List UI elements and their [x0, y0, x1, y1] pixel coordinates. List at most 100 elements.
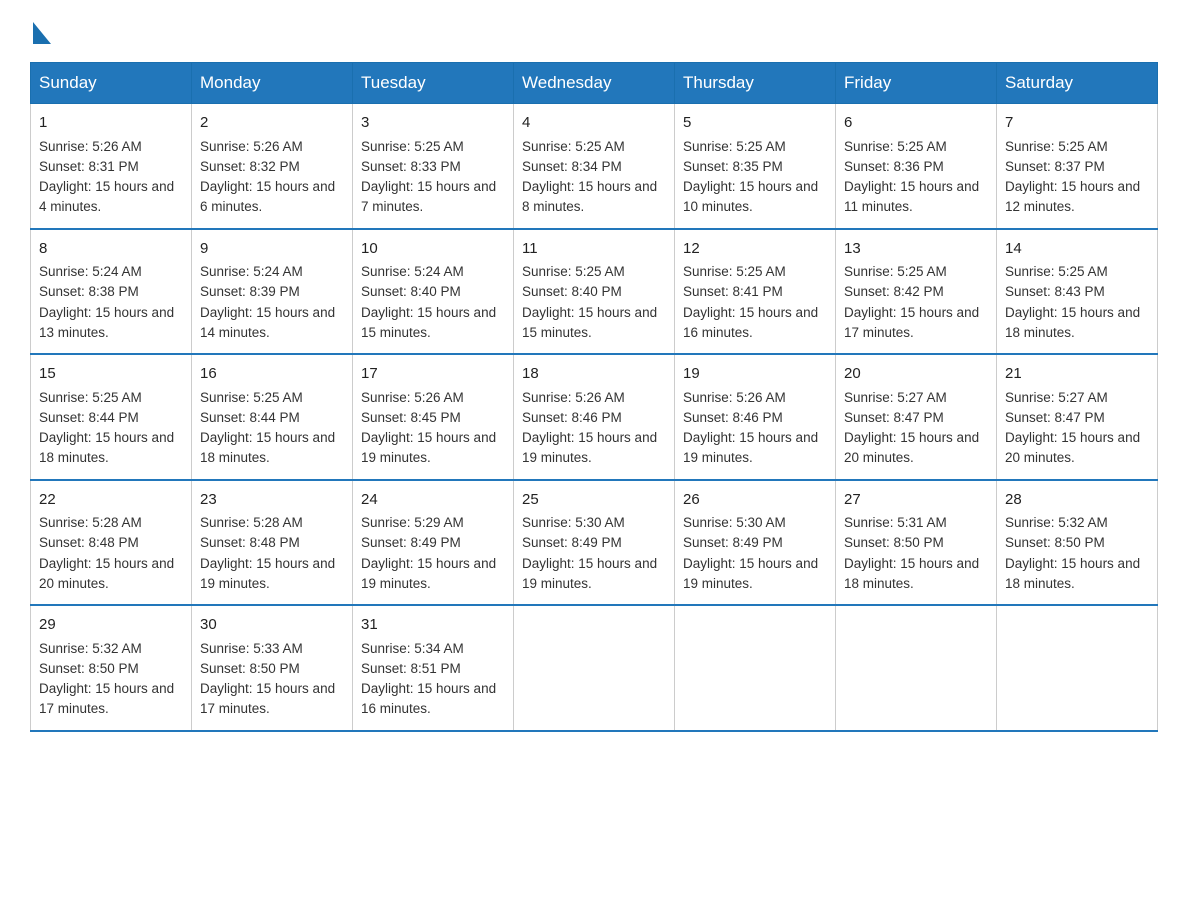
- day-number: 8: [39, 238, 183, 261]
- day-info: Sunrise: 5:31 AMSunset: 8:50 PMDaylight:…: [844, 515, 979, 591]
- day-number: 26: [683, 489, 827, 512]
- day-info: Sunrise: 5:26 AMSunset: 8:46 PMDaylight:…: [683, 390, 818, 466]
- calendar-cell: 27 Sunrise: 5:31 AMSunset: 8:50 PMDaylig…: [836, 480, 997, 606]
- day-info: Sunrise: 5:27 AMSunset: 8:47 PMDaylight:…: [844, 390, 979, 466]
- calendar-cell: [836, 605, 997, 731]
- calendar-week-row: 29 Sunrise: 5:32 AMSunset: 8:50 PMDaylig…: [31, 605, 1158, 731]
- calendar-cell: 10 Sunrise: 5:24 AMSunset: 8:40 PMDaylig…: [353, 229, 514, 355]
- day-number: 10: [361, 238, 505, 261]
- calendar-body: 1 Sunrise: 5:26 AMSunset: 8:31 PMDayligh…: [31, 104, 1158, 731]
- day-info: Sunrise: 5:29 AMSunset: 8:49 PMDaylight:…: [361, 515, 496, 591]
- day-number: 3: [361, 112, 505, 135]
- day-info: Sunrise: 5:24 AMSunset: 8:39 PMDaylight:…: [200, 264, 335, 340]
- calendar-cell: 3 Sunrise: 5:25 AMSunset: 8:33 PMDayligh…: [353, 104, 514, 229]
- day-info: Sunrise: 5:33 AMSunset: 8:50 PMDaylight:…: [200, 641, 335, 717]
- day-info: Sunrise: 5:26 AMSunset: 8:31 PMDaylight:…: [39, 139, 174, 215]
- calendar-cell: 6 Sunrise: 5:25 AMSunset: 8:36 PMDayligh…: [836, 104, 997, 229]
- day-number: 6: [844, 112, 988, 135]
- day-number: 1: [39, 112, 183, 135]
- calendar-cell: 29 Sunrise: 5:32 AMSunset: 8:50 PMDaylig…: [31, 605, 192, 731]
- calendar-cell: 1 Sunrise: 5:26 AMSunset: 8:31 PMDayligh…: [31, 104, 192, 229]
- day-info: Sunrise: 5:25 AMSunset: 8:43 PMDaylight:…: [1005, 264, 1140, 340]
- logo-line1: [30, 20, 51, 44]
- day-number: 20: [844, 363, 988, 386]
- col-tuesday: Tuesday: [353, 63, 514, 104]
- calendar-cell: 7 Sunrise: 5:25 AMSunset: 8:37 PMDayligh…: [997, 104, 1158, 229]
- day-info: Sunrise: 5:25 AMSunset: 8:37 PMDaylight:…: [1005, 139, 1140, 215]
- header-row: Sunday Monday Tuesday Wednesday Thursday…: [31, 63, 1158, 104]
- calendar-cell: 19 Sunrise: 5:26 AMSunset: 8:46 PMDaylig…: [675, 354, 836, 480]
- day-number: 5: [683, 112, 827, 135]
- col-friday: Friday: [836, 63, 997, 104]
- calendar-week-row: 1 Sunrise: 5:26 AMSunset: 8:31 PMDayligh…: [31, 104, 1158, 229]
- day-info: Sunrise: 5:30 AMSunset: 8:49 PMDaylight:…: [683, 515, 818, 591]
- day-number: 12: [683, 238, 827, 261]
- calendar-cell: 8 Sunrise: 5:24 AMSunset: 8:38 PMDayligh…: [31, 229, 192, 355]
- calendar-cell: 5 Sunrise: 5:25 AMSunset: 8:35 PMDayligh…: [675, 104, 836, 229]
- calendar-cell: 2 Sunrise: 5:26 AMSunset: 8:32 PMDayligh…: [192, 104, 353, 229]
- calendar-cell: 20 Sunrise: 5:27 AMSunset: 8:47 PMDaylig…: [836, 354, 997, 480]
- day-number: 31: [361, 614, 505, 637]
- day-info: Sunrise: 5:28 AMSunset: 8:48 PMDaylight:…: [200, 515, 335, 591]
- calendar-week-row: 8 Sunrise: 5:24 AMSunset: 8:38 PMDayligh…: [31, 229, 1158, 355]
- calendar-cell: 26 Sunrise: 5:30 AMSunset: 8:49 PMDaylig…: [675, 480, 836, 606]
- day-info: Sunrise: 5:25 AMSunset: 8:35 PMDaylight:…: [683, 139, 818, 215]
- calendar-week-row: 22 Sunrise: 5:28 AMSunset: 8:48 PMDaylig…: [31, 480, 1158, 606]
- logo: [30, 20, 51, 44]
- calendar-cell: 17 Sunrise: 5:26 AMSunset: 8:45 PMDaylig…: [353, 354, 514, 480]
- day-number: 4: [522, 112, 666, 135]
- calendar-cell: 14 Sunrise: 5:25 AMSunset: 8:43 PMDaylig…: [997, 229, 1158, 355]
- day-info: Sunrise: 5:30 AMSunset: 8:49 PMDaylight:…: [522, 515, 657, 591]
- day-number: 11: [522, 238, 666, 261]
- day-number: 30: [200, 614, 344, 637]
- day-number: 25: [522, 489, 666, 512]
- day-number: 9: [200, 238, 344, 261]
- day-number: 2: [200, 112, 344, 135]
- day-number: 16: [200, 363, 344, 386]
- calendar-cell: 28 Sunrise: 5:32 AMSunset: 8:50 PMDaylig…: [997, 480, 1158, 606]
- day-number: 27: [844, 489, 988, 512]
- calendar-header: Sunday Monday Tuesday Wednesday Thursday…: [31, 63, 1158, 104]
- calendar-cell: 24 Sunrise: 5:29 AMSunset: 8:49 PMDaylig…: [353, 480, 514, 606]
- day-number: 23: [200, 489, 344, 512]
- day-info: Sunrise: 5:32 AMSunset: 8:50 PMDaylight:…: [39, 641, 174, 717]
- day-info: Sunrise: 5:25 AMSunset: 8:34 PMDaylight:…: [522, 139, 657, 215]
- calendar-cell: 22 Sunrise: 5:28 AMSunset: 8:48 PMDaylig…: [31, 480, 192, 606]
- calendar-cell: 31 Sunrise: 5:34 AMSunset: 8:51 PMDaylig…: [353, 605, 514, 731]
- day-number: 28: [1005, 489, 1149, 512]
- day-info: Sunrise: 5:24 AMSunset: 8:40 PMDaylight:…: [361, 264, 496, 340]
- calendar-cell: 30 Sunrise: 5:33 AMSunset: 8:50 PMDaylig…: [192, 605, 353, 731]
- calendar-cell: [997, 605, 1158, 731]
- calendar-cell: 16 Sunrise: 5:25 AMSunset: 8:44 PMDaylig…: [192, 354, 353, 480]
- day-info: Sunrise: 5:25 AMSunset: 8:41 PMDaylight:…: [683, 264, 818, 340]
- day-number: 15: [39, 363, 183, 386]
- logo-triangle-icon: [33, 22, 51, 44]
- day-number: 14: [1005, 238, 1149, 261]
- calendar-cell: 13 Sunrise: 5:25 AMSunset: 8:42 PMDaylig…: [836, 229, 997, 355]
- day-info: Sunrise: 5:25 AMSunset: 8:36 PMDaylight:…: [844, 139, 979, 215]
- calendar-cell: 15 Sunrise: 5:25 AMSunset: 8:44 PMDaylig…: [31, 354, 192, 480]
- day-number: 29: [39, 614, 183, 637]
- day-number: 7: [1005, 112, 1149, 135]
- calendar-cell: 4 Sunrise: 5:25 AMSunset: 8:34 PMDayligh…: [514, 104, 675, 229]
- col-thursday: Thursday: [675, 63, 836, 104]
- logo-wrapper: [30, 20, 51, 44]
- day-number: 13: [844, 238, 988, 261]
- calendar-cell: 12 Sunrise: 5:25 AMSunset: 8:41 PMDaylig…: [675, 229, 836, 355]
- calendar-cell: 21 Sunrise: 5:27 AMSunset: 8:47 PMDaylig…: [997, 354, 1158, 480]
- calendar-cell: 18 Sunrise: 5:26 AMSunset: 8:46 PMDaylig…: [514, 354, 675, 480]
- day-info: Sunrise: 5:26 AMSunset: 8:45 PMDaylight:…: [361, 390, 496, 466]
- day-number: 17: [361, 363, 505, 386]
- day-number: 19: [683, 363, 827, 386]
- col-monday: Monday: [192, 63, 353, 104]
- day-info: Sunrise: 5:25 AMSunset: 8:42 PMDaylight:…: [844, 264, 979, 340]
- col-sunday: Sunday: [31, 63, 192, 104]
- day-info: Sunrise: 5:26 AMSunset: 8:32 PMDaylight:…: [200, 139, 335, 215]
- calendar-table: Sunday Monday Tuesday Wednesday Thursday…: [30, 62, 1158, 732]
- day-info: Sunrise: 5:34 AMSunset: 8:51 PMDaylight:…: [361, 641, 496, 717]
- col-saturday: Saturday: [997, 63, 1158, 104]
- calendar-cell: 23 Sunrise: 5:28 AMSunset: 8:48 PMDaylig…: [192, 480, 353, 606]
- page-header: [30, 20, 1158, 44]
- calendar-cell: [675, 605, 836, 731]
- day-info: Sunrise: 5:32 AMSunset: 8:50 PMDaylight:…: [1005, 515, 1140, 591]
